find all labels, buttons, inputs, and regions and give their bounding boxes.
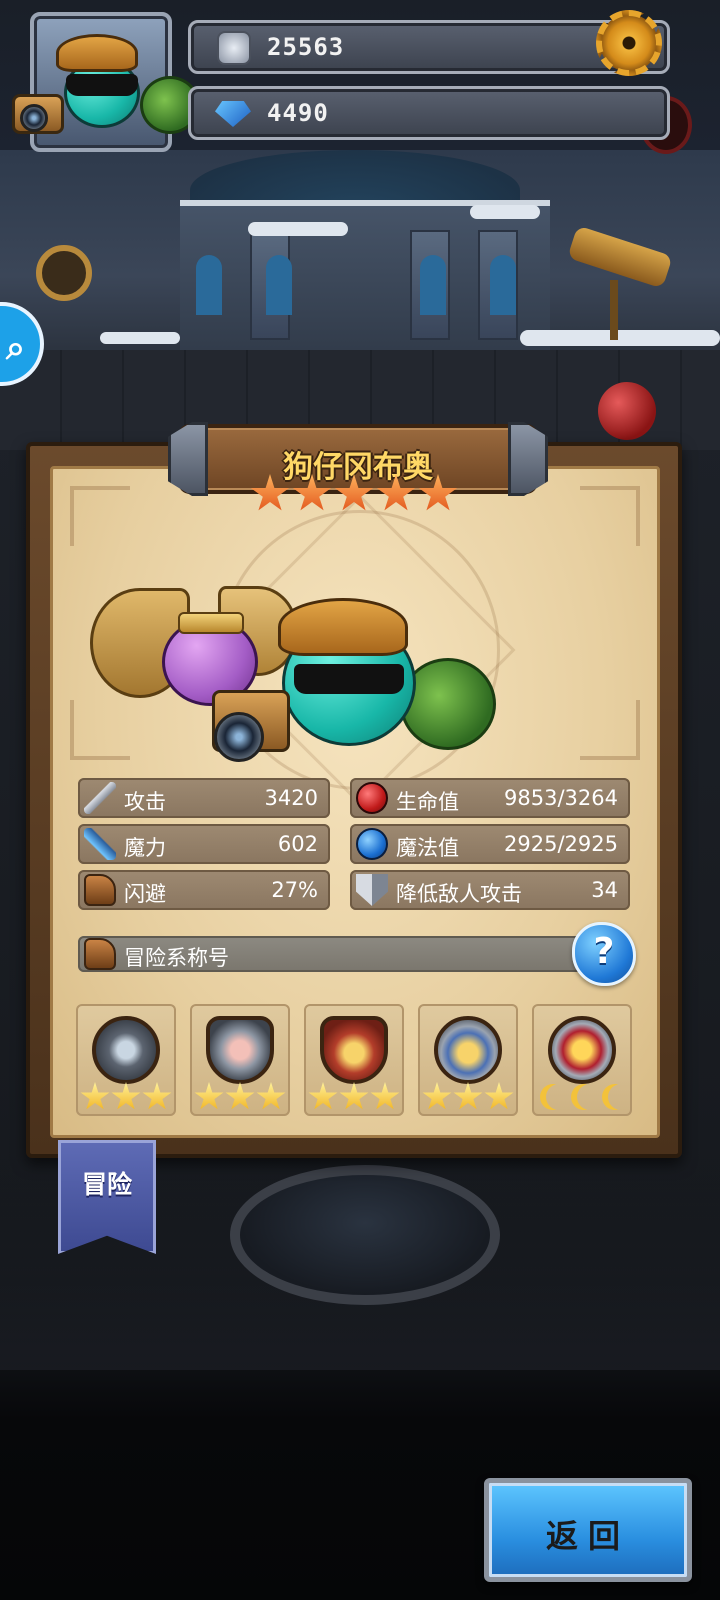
main-pet-cap — [278, 598, 408, 656]
category-banner-label: 冒险 — [81, 1170, 132, 1199]
star-icon — [256, 1082, 286, 1110]
coin-count: 25563 — [267, 33, 345, 61]
avatar-cap — [56, 34, 138, 72]
title-medal-slot[interactable] — [76, 1004, 176, 1116]
gem-count: 4490 — [267, 99, 329, 127]
star-icon — [111, 1082, 141, 1110]
medal-moons — [536, 1082, 628, 1112]
staff-icon — [84, 828, 116, 860]
medal-stars — [308, 1082, 400, 1112]
corner-ornament — [70, 486, 130, 546]
stat-value: 27% — [271, 878, 318, 902]
stat-value: 602 — [277, 832, 318, 856]
stat-mp: 魔法值 2925/2925 — [350, 824, 630, 864]
title-medal-slot[interactable] — [190, 1004, 290, 1116]
moon-icon — [608, 1084, 634, 1110]
camera-lens-icon — [20, 104, 48, 132]
star-icon — [250, 474, 290, 511]
stat-label: 魔力 — [124, 836, 166, 860]
star-icon — [339, 1082, 369, 1110]
star-icon — [453, 1082, 483, 1110]
gem-icon — [215, 101, 251, 127]
star-icon — [80, 1082, 110, 1110]
star-icon — [422, 1082, 452, 1110]
medal-stars — [422, 1082, 514, 1112]
star-icon — [142, 1082, 172, 1110]
star-icon — [225, 1082, 255, 1110]
telescope-medal-icon — [92, 1016, 160, 1084]
treasure-bag-medal-icon — [320, 1016, 388, 1084]
background-window — [490, 255, 516, 315]
star-icon — [376, 474, 416, 511]
star-icon — [292, 474, 332, 511]
boot-badge-icon — [84, 938, 116, 970]
star-icon — [370, 1082, 400, 1110]
medal-stars — [194, 1082, 286, 1112]
main-pet-sunglasses — [294, 664, 404, 694]
stat-hp: 生命值 9853/3264 — [350, 778, 630, 818]
shield-icon — [356, 874, 388, 906]
title-category-label: 冒险系称号 — [124, 946, 229, 970]
stat-label: 降低敌人攻击 — [396, 882, 522, 906]
stat-label: 闪避 — [124, 882, 166, 906]
ship-wheel-decoration — [36, 245, 92, 301]
help-button[interactable]: ? — [572, 922, 636, 986]
red-potion-icon — [356, 782, 388, 814]
stat-damage-reduction: 降低敌人攻击 34 — [350, 870, 630, 910]
blue-potion-icon — [356, 828, 388, 860]
star-icon — [334, 474, 374, 511]
stat-label: 魔法值 — [396, 836, 459, 860]
title-category-row: 冒险系称号 — [78, 936, 588, 972]
gem-bar: 4490 — [188, 86, 670, 140]
rarity-stars — [250, 474, 460, 518]
medal-stars — [80, 1082, 172, 1112]
sword-icon — [84, 782, 116, 814]
moon-icon — [546, 1084, 572, 1110]
stat-value: 9853/3264 — [504, 786, 618, 810]
stat-dodge: 闪避 27% — [78, 870, 330, 910]
title-medal-slot[interactable] — [532, 1004, 632, 1116]
stat-label: 生命值 — [396, 790, 459, 814]
camera-lens-icon — [214, 712, 264, 762]
stat-attack: 攻击 3420 — [78, 778, 330, 818]
background-snow — [470, 205, 540, 219]
star-fountain — [230, 1165, 500, 1305]
game-screen: 25563 4490 ⌕ 狗仔冈布奥 攻击 3420 生命值 9853/3264… — [0, 0, 720, 1600]
stat-magic: 魔力 602 — [78, 824, 330, 864]
corner-ornament — [580, 700, 640, 760]
telescope-stand — [610, 280, 618, 340]
magnifier-icon: ⌕ — [6, 328, 26, 368]
boot-icon — [84, 874, 116, 906]
background-window — [420, 255, 446, 315]
background-snow — [248, 222, 348, 236]
star-icon — [308, 1082, 338, 1110]
back-button-label: 返回 — [545, 1517, 630, 1555]
red-flask-decoration — [598, 382, 656, 440]
title-medal-slot[interactable] — [304, 1004, 404, 1116]
stat-value: 3420 — [264, 786, 318, 810]
question-mark-icon: ? — [593, 931, 615, 972]
background-snow — [100, 332, 180, 344]
background-window — [196, 255, 222, 315]
portrait-shield-medal-icon — [206, 1016, 274, 1084]
stat-value: 34 — [591, 878, 618, 902]
title-medal-slot[interactable] — [418, 1004, 518, 1116]
avatar-sunglasses — [66, 74, 138, 96]
crown-trophy-medal-icon — [548, 1016, 616, 1084]
gear-icon[interactable] — [596, 10, 662, 76]
purple-pet-tiara — [178, 612, 244, 634]
stat-value: 2925/2925 — [504, 832, 618, 856]
stat-label: 攻击 — [124, 790, 166, 814]
star-icon — [484, 1082, 514, 1110]
corner-ornament — [580, 486, 640, 546]
star-icon — [418, 474, 458, 511]
back-button[interactable]: 返回 — [484, 1478, 692, 1582]
background-window — [266, 255, 292, 315]
corner-ornament — [70, 700, 130, 760]
moon-icon — [577, 1084, 603, 1110]
coin-icon — [217, 31, 251, 65]
background-snow — [520, 330, 720, 346]
laurel-gold-medal-icon — [434, 1016, 502, 1084]
star-icon — [194, 1082, 224, 1110]
